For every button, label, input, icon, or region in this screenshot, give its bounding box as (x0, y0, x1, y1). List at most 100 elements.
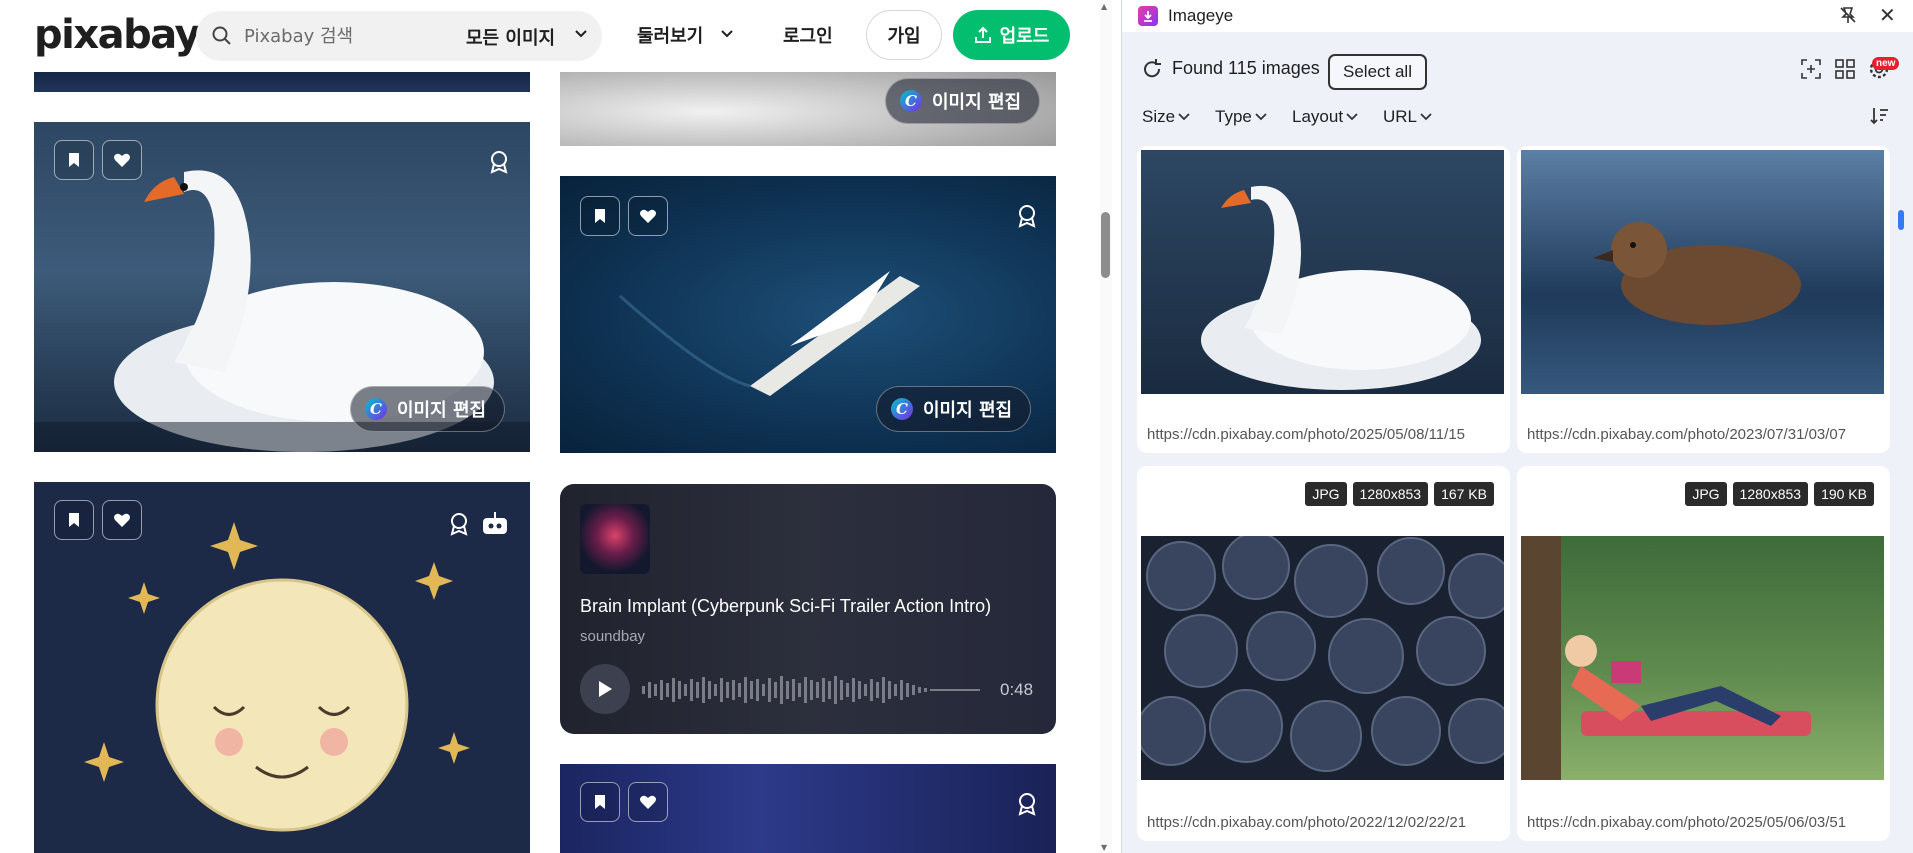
play-icon (599, 681, 612, 697)
card-image-duckling[interactable] (1521, 150, 1884, 394)
edit-image-button[interactable]: C 이미지 편집 (350, 386, 506, 432)
chevron-down-icon (1420, 113, 1432, 121)
search-bar[interactable]: 모든 이미지 (196, 11, 602, 61)
dimensions-chip: 1280x853 (1352, 482, 1429, 506)
heart-icon (640, 209, 656, 223)
close-icon[interactable]: ✕ (1879, 3, 1896, 27)
reading-girl-thumbnail (1521, 536, 1811, 780)
format-chip: JPG (1305, 482, 1347, 506)
audio-waveform[interactable] (642, 672, 982, 708)
audio-artist[interactable]: soundbay (580, 628, 645, 645)
audio-card[interactable]: Brain Implant (Cyberpunk Sci-Fi Trailer … (560, 484, 1056, 734)
play-button[interactable] (580, 664, 630, 714)
award-icon (450, 513, 468, 536)
image-card[interactable]: https://cdn.pixabay.com/photo/2023/07/31… (1517, 146, 1890, 453)
audio-title[interactable]: Brain Implant (Cyberpunk Sci-Fi Trailer … (580, 596, 991, 617)
image-card[interactable]: JPG 1280x853 190 KB https://cdn.pixabay.… (1517, 466, 1890, 841)
join-button[interactable]: 가입 (866, 10, 942, 60)
format-chip: JPG (1685, 482, 1727, 506)
duckling-thumbnail (1593, 222, 1801, 325)
image-meta-chips: JPG 1280x853 167 KB (1305, 482, 1494, 506)
bookmark-icon (69, 513, 79, 527)
chevron-down-icon[interactable] (720, 27, 734, 41)
panel-titlebar: Imageye ✕ (1122, 0, 1913, 32)
refresh-icon[interactable] (1141, 58, 1163, 80)
dimensions-chip: 1280x853 (1732, 482, 1809, 506)
new-badge: new (1872, 57, 1900, 70)
layout-filter[interactable]: Layout (1292, 107, 1358, 127)
edit-image-button[interactable]: C 이미지 편집 (885, 78, 1041, 124)
card-image-swan[interactable] (1141, 150, 1504, 394)
media-type-filter[interactable]: 모든 이미지 (466, 24, 555, 50)
imageye-app-icon (1138, 6, 1158, 26)
image-card[interactable]: https://cdn.pixabay.com/photo/2025/05/08… (1137, 146, 1510, 453)
bookmark-icon (595, 795, 605, 809)
size-filter[interactable]: Size (1142, 107, 1190, 127)
bookmark-button[interactable] (580, 782, 620, 822)
award-icon (1018, 205, 1036, 228)
page-scrollbar-thumb[interactable] (1101, 212, 1110, 278)
pixabay-page: C 이미지 편집 C 이미지 편집 C 이미지 편집 Brain Implant… (0, 0, 1100, 853)
canva-icon: C (900, 90, 922, 112)
grid-view-icon[interactable] (1834, 58, 1856, 80)
image-tile-clouds[interactable]: C 이미지 편집 (560, 60, 1056, 146)
upload-icon (974, 26, 991, 43)
canva-icon: C (365, 398, 387, 420)
nav-login[interactable]: 로그인 (783, 22, 833, 48)
scroll-up-arrow[interactable]: ▲ (1101, 2, 1107, 11)
panel-scrollbar-thumb[interactable] (1898, 210, 1904, 230)
bookmark-button[interactable] (580, 196, 620, 236)
card-image-reading-girl[interactable] (1521, 536, 1884, 780)
chevron-down-icon[interactable] (574, 27, 588, 41)
filesize-chip: 167 KB (1434, 482, 1494, 506)
chevron-down-icon (1346, 113, 1358, 121)
image-tile-forest[interactable] (560, 764, 1056, 853)
unpin-icon[interactable] (1838, 5, 1858, 25)
scroll-down-arrow[interactable]: ▼ (1101, 843, 1107, 852)
like-button[interactable] (628, 782, 668, 822)
like-button[interactable] (628, 196, 668, 236)
bookmark-icon (69, 153, 79, 167)
image-meta-chips: JPG 1280x853 190 KB (1685, 482, 1874, 506)
image-tile-swan[interactable]: C 이미지 편집 (34, 122, 530, 452)
chevron-down-icon (1178, 113, 1190, 121)
edit-image-button[interactable]: C 이미지 편집 (876, 386, 1032, 432)
image-url[interactable]: https://cdn.pixabay.com/photo/2022/12/02… (1147, 814, 1502, 831)
audio-cover-image (580, 504, 650, 574)
bookmark-button[interactable] (54, 500, 94, 540)
page-scrollbar[interactable] (1100, 0, 1112, 853)
site-header: pixabay 모든 이미지 둘러보기 로그인 가입 업로드 (0, 0, 1100, 72)
image-url[interactable]: https://cdn.pixabay.com/photo/2023/07/31… (1527, 426, 1882, 443)
chevron-down-icon (1255, 113, 1267, 121)
blueberries-thumbnail (1137, 532, 1510, 772)
award-icon (1018, 793, 1036, 816)
found-count: Found 115 images (1172, 58, 1320, 78)
type-filter[interactable]: Type (1215, 107, 1267, 127)
image-tile-yacht[interactable]: C 이미지 편집 (560, 176, 1056, 453)
heart-icon (114, 153, 130, 167)
panel-app-name: Imageye (1168, 6, 1234, 25)
card-image-blueberries[interactable] (1137, 532, 1510, 780)
image-tile-moon[interactable] (34, 482, 530, 853)
heart-icon (114, 513, 130, 527)
upload-button[interactable]: 업로드 (953, 10, 1070, 60)
url-filter[interactable]: URL (1383, 107, 1432, 127)
award-icon (490, 151, 508, 174)
filesize-chip: 190 KB (1814, 482, 1874, 506)
like-button[interactable] (102, 140, 142, 180)
image-url[interactable]: https://cdn.pixabay.com/photo/2025/05/06… (1527, 814, 1882, 831)
audio-duration: 0:48 (1000, 680, 1034, 699)
heart-icon (640, 795, 656, 809)
image-url[interactable]: https://cdn.pixabay.com/photo/2025/05/08… (1147, 426, 1502, 443)
bookmark-icon (595, 209, 605, 223)
pixabay-logo[interactable]: pixabay (34, 12, 201, 58)
search-input[interactable] (244, 21, 444, 51)
sort-icon[interactable] (1870, 106, 1890, 126)
bookmark-button[interactable] (54, 140, 94, 180)
region-capture-icon[interactable] (1800, 58, 1822, 80)
nav-explore[interactable]: 둘러보기 (637, 22, 703, 48)
image-card[interactable]: JPG 1280x853 167 KB https://cdn.pixabay.… (1137, 466, 1510, 841)
select-all-button[interactable]: Select all (1328, 54, 1427, 90)
ai-robot-icon (483, 512, 507, 534)
like-button[interactable] (102, 500, 142, 540)
